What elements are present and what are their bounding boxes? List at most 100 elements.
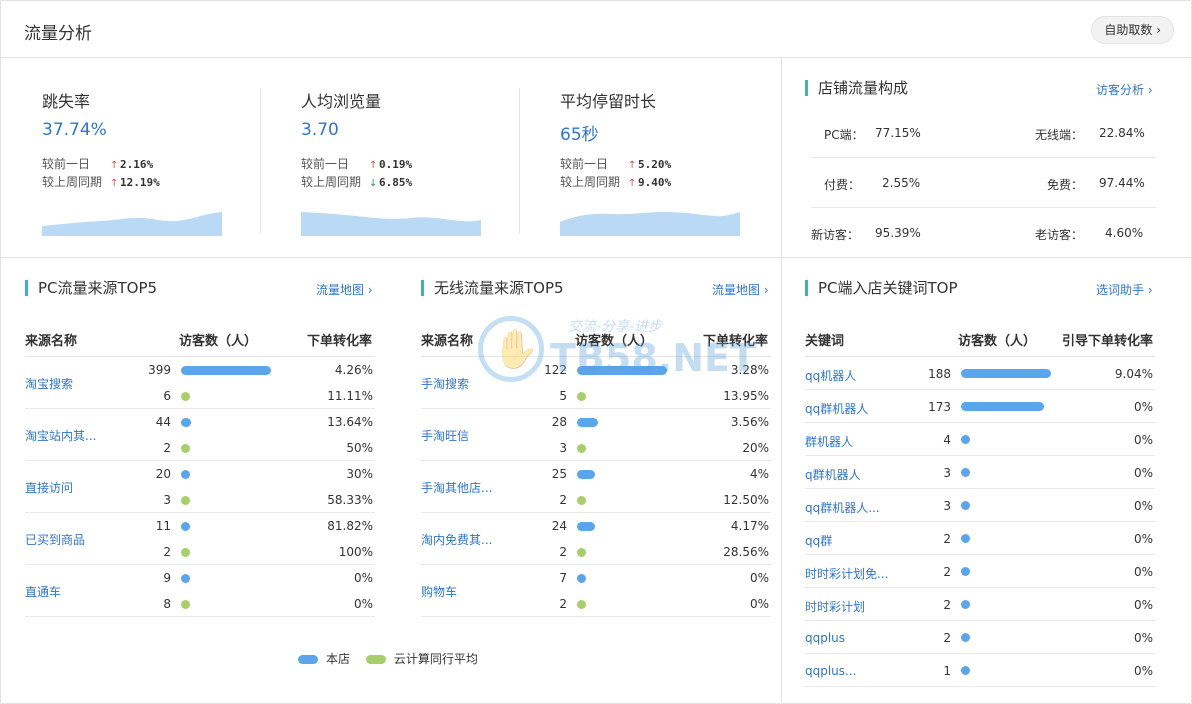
peer-avg-subrow: 2 50% <box>25 435 375 461</box>
visitor-count: 25 <box>551 467 567 481</box>
visitor-count: 2 <box>943 598 951 612</box>
visitor-count: 1 <box>943 664 951 678</box>
store-subrow: 9 0% <box>25 565 375 591</box>
conversion-rate: 0% <box>1133 598 1153 612</box>
visitor-count: 3 <box>559 441 567 455</box>
comp-key: PC端： <box>824 128 864 142</box>
compare-label: 较上周同期 <box>301 175 362 189</box>
peer-avg-bar <box>181 444 190 453</box>
comp-value: 97.44% <box>1099 176 1145 190</box>
store-bar <box>181 470 190 479</box>
metric-value: 65秒 <box>560 125 599 145</box>
comp-key: 新访客： <box>811 228 860 242</box>
peer-avg-bar <box>181 392 190 401</box>
conversion-rate: 81.82% <box>327 519 373 533</box>
visitor-count: 4 <box>943 433 951 447</box>
visitor-count: 399 <box>148 363 171 377</box>
store-bar <box>181 574 190 583</box>
conversion-rate: 100% <box>338 545 373 559</box>
metric-compare-row: 较前一日 ↑ 2.16% <box>42 155 153 172</box>
conversion-rate: 3.56% <box>730 415 769 429</box>
conversion-rate: 0% <box>749 571 769 585</box>
visitor-count: 44 <box>155 415 171 429</box>
column-divider <box>781 58 782 703</box>
self-service-button[interactable]: 自助取数 › <box>1091 16 1174 44</box>
legend-item-store[interactable]: 本店 <box>298 650 350 667</box>
store-bar <box>961 666 970 675</box>
pc-sources-title: PC流量来源TOP5 <box>25 280 157 296</box>
peer-avg-subrow: 2 0% <box>421 591 771 617</box>
col-header-conversion: 下单转化率 <box>703 334 769 349</box>
metric-compare-row: 较上周同期 ↑ 9.40% <box>560 173 671 190</box>
store-subrow: 28 3.56% <box>421 409 771 435</box>
table-row: q群机器人 3 0% <box>805 456 1155 489</box>
peer-avg-subrow: 5 13.95% <box>421 383 771 409</box>
conversion-rate: 50% <box>346 441 373 455</box>
legend-swatch <box>298 655 318 664</box>
visitor-count: 6 <box>163 389 171 403</box>
keywords-title: PC端入店关键词TOP <box>805 280 958 296</box>
store-bar <box>961 369 1051 378</box>
table-row: qq群 2 0% <box>805 522 1155 555</box>
visitor-count: 173 <box>928 400 951 414</box>
visitor-count: 2 <box>163 545 171 559</box>
keyword-link[interactable]: qq群 <box>805 532 832 549</box>
composition-row: PC端： 77.15% 无线端： 22.84% <box>811 108 1156 158</box>
comp-key: 付费： <box>824 178 861 192</box>
metric-bounce-rate: 跳失率 37.74% 较前一日 ↑ 2.16% 较上周同期 ↑ 12.19% <box>42 58 262 258</box>
conversion-rate: 4.17% <box>730 519 769 533</box>
keyword-link[interactable]: qq群机器人... <box>805 499 880 516</box>
table-row: qq群机器人 173 0% <box>805 390 1155 423</box>
store-bar <box>181 418 191 427</box>
keyword-link[interactable]: qq机器人 <box>805 367 856 384</box>
conversion-rate: 0% <box>1133 433 1153 447</box>
visitor-count: 5 <box>559 389 567 403</box>
visitor-count: 24 <box>551 519 567 533</box>
keyword-link[interactable]: 群机器人 <box>805 433 853 450</box>
arrow-down-icon: ↓ <box>369 178 378 189</box>
keywords-table: 关键词 访客数（人） 引导下单转化率 qq机器人 188 9.04% qq群机器人 17… <box>805 330 1155 690</box>
arrow-up-icon: ↑ <box>110 178 119 189</box>
compare-label: 较前一日 <box>560 157 609 171</box>
conversion-rate: 58.33% <box>327 493 373 507</box>
legend-label: 本店 <box>326 652 351 666</box>
comp-key: 无线端： <box>1035 128 1084 142</box>
keyword-link[interactable]: 时时彩计划 <box>805 598 865 615</box>
peer-avg-subrow: 8 0% <box>25 591 375 617</box>
visitor-count: 11 <box>155 519 171 533</box>
table-row: 手淘搜索 122 3.28% 5 13.95% <box>421 357 771 409</box>
keyword-link[interactable]: qqplus <box>805 631 845 645</box>
compare-pct: 5.20% <box>638 158 672 171</box>
store-bar <box>577 470 595 479</box>
conversion-rate: 0% <box>1133 565 1153 579</box>
keyword-helper-link[interactable]: 选词助手 › <box>1096 281 1153 298</box>
compare-pct: 9.40% <box>638 176 672 189</box>
pc-flow-map-link[interactable]: 流量地图 › <box>316 281 373 298</box>
table-row: qq群机器人... 3 0% <box>805 489 1155 522</box>
keyword-link[interactable]: q群机器人 <box>805 466 861 483</box>
legend-item-avg[interactable]: 云计算同行平均 <box>365 650 478 667</box>
table-row: 时时彩计划 2 0% <box>805 588 1155 621</box>
store-bar <box>961 534 970 543</box>
visitor-analysis-link[interactable]: 访客分析 › <box>1096 81 1153 98</box>
arrow-up-icon: ↑ <box>110 160 119 171</box>
peer-avg-bar <box>181 600 190 609</box>
table-row: 淘内免费其... 24 4.17% 2 28.56% <box>421 513 771 565</box>
mobile-flow-map-link[interactable]: 流量地图 › <box>712 281 769 298</box>
store-bar <box>961 600 970 609</box>
keyword-link[interactable]: qqplus... <box>805 664 857 678</box>
peer-avg-bar <box>181 496 190 505</box>
conversion-rate: 0% <box>1133 466 1153 480</box>
metric-avg-pageviews: 人均浏览量 3.70 较前一日 ↑ 0.19% 较上周同期 ↓ 6.85% <box>301 58 521 258</box>
metric-compare-row: 较前一日 ↑ 5.20% <box>560 155 671 172</box>
keyword-link[interactable]: qq群机器人 <box>805 400 868 417</box>
visitor-count: 3 <box>163 493 171 507</box>
peer-avg-subrow: 6 11.11% <box>25 383 375 409</box>
keyword-link[interactable]: 时时彩计划免... <box>805 565 888 582</box>
store-subrow: 25 4% <box>421 461 771 487</box>
table-row: qqplus 2 0% <box>805 621 1155 654</box>
peer-avg-bar <box>577 444 586 453</box>
store-bar <box>181 366 271 375</box>
composition-row: 新访客： 95.39% 老访客： 4.60% <box>811 208 1156 258</box>
table-row: 直接访问 20 30% 3 58.33% <box>25 461 375 513</box>
